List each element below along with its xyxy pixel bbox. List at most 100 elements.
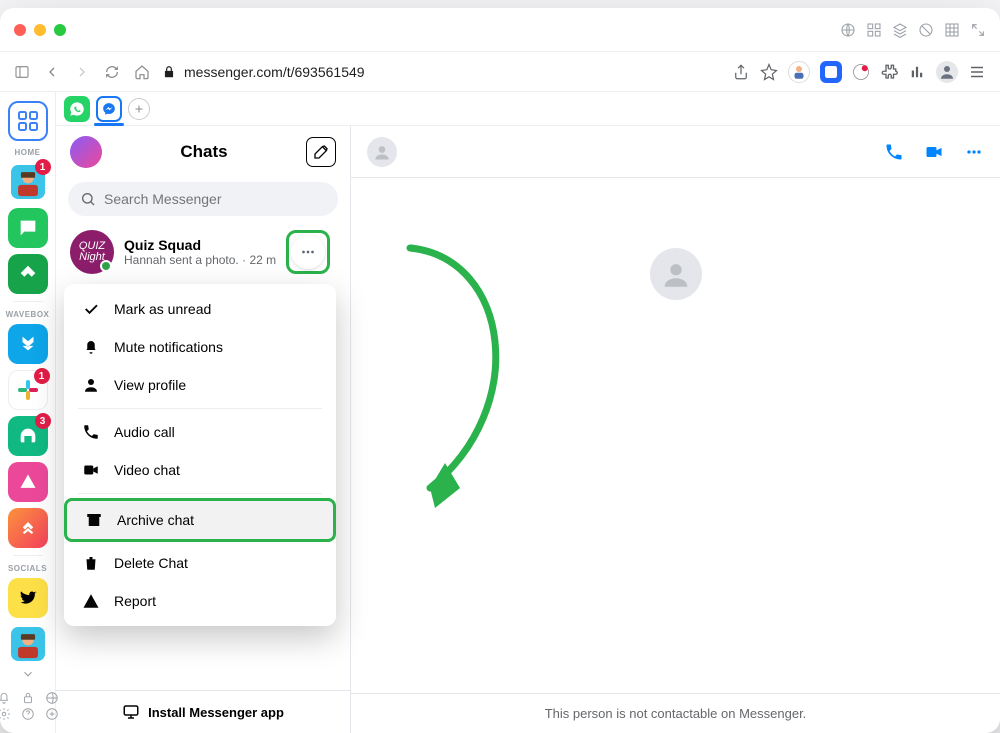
conversation-name: Quiz Squad	[124, 237, 276, 253]
share-icon[interactable]	[732, 63, 750, 81]
titlebar-right-icons	[840, 22, 986, 38]
person-icon	[82, 376, 100, 394]
settings-gear-icon[interactable]	[0, 707, 11, 721]
dock-section-wavebox: WAVEBOX	[6, 310, 50, 319]
tab-whatsapp[interactable]	[64, 96, 90, 122]
trash-icon	[82, 554, 100, 572]
back-icon[interactable]	[44, 64, 60, 80]
menu-archive-chat[interactable]: Archive chat	[64, 498, 336, 542]
video-icon	[82, 461, 100, 479]
ellipsis-icon	[299, 243, 317, 261]
dock-app-user2[interactable]	[8, 624, 48, 664]
menu-mute[interactable]: Mute notifications	[64, 328, 336, 366]
menu-icon[interactable]	[968, 63, 986, 81]
tab-messenger[interactable]	[96, 96, 122, 122]
not-contactable-text: This person is not contactable on Messen…	[351, 693, 1000, 733]
conversation-item[interactable]: QUIZNight Quiz Squad Hannah sent a photo…	[56, 220, 350, 284]
install-app-button[interactable]: Install Messenger app	[56, 690, 350, 733]
profile-avatar-icon[interactable]	[788, 61, 810, 83]
bell-icon	[82, 338, 100, 356]
tab-add-button[interactable]	[128, 98, 150, 120]
app-dock: HOME 1 WAVEBOX 1 3	[0, 92, 56, 733]
archive-icon	[85, 511, 103, 529]
address-bar[interactable]: messenger.com/t/693561549	[162, 64, 365, 80]
extensions-icon[interactable]	[880, 63, 898, 81]
help-icon[interactable]	[21, 707, 35, 721]
compose-button[interactable]	[306, 137, 336, 167]
dock-app-clickup[interactable]	[8, 508, 48, 548]
browser-toolbar: messenger.com/t/693561549	[0, 52, 1000, 92]
call-button[interactable]	[884, 142, 904, 162]
dock-app-twitter[interactable]	[8, 578, 48, 618]
reload-icon[interactable]	[104, 64, 120, 80]
dock-home-button[interactable]	[8, 101, 48, 141]
search-input[interactable]	[104, 191, 326, 207]
browser-window: messenger.com/t/693561549 HO	[0, 8, 1000, 733]
traffic-lights	[14, 24, 66, 36]
menu-video-chat[interactable]: Video chat	[64, 451, 336, 489]
home-icon[interactable]	[134, 64, 150, 80]
globe-icon[interactable]	[840, 22, 856, 38]
layers-icon[interactable]	[892, 22, 908, 38]
dock-app-user[interactable]: 1	[8, 162, 48, 202]
chevron-down-icon[interactable]	[21, 667, 35, 681]
conversation-preview: Hannah sent a photo. · 22 m	[124, 253, 276, 267]
dock-app-chat[interactable]	[8, 208, 48, 248]
star-icon[interactable]	[760, 63, 778, 81]
search-bar[interactable]	[68, 182, 338, 216]
online-dot-icon	[100, 260, 112, 272]
dock-footer	[0, 685, 59, 727]
dock-app-wavebox[interactable]	[8, 324, 48, 364]
annotation-highlight	[286, 230, 330, 274]
search-icon	[80, 191, 96, 207]
phone-icon	[82, 423, 100, 441]
menu-audio-call[interactable]: Audio call	[64, 413, 336, 451]
forward-icon[interactable]	[74, 64, 90, 80]
maximize-window-button[interactable]	[54, 24, 66, 36]
conversation-sidebar: Chats QUIZNight	[56, 126, 351, 733]
video-button[interactable]	[924, 142, 944, 162]
dock-app-sentry[interactable]	[8, 462, 48, 502]
empty-state-avatar	[650, 248, 702, 300]
chat-header	[351, 126, 1000, 178]
dock-badge: 1	[35, 159, 51, 175]
more-button[interactable]	[964, 142, 984, 162]
chats-heading: Chats	[102, 142, 306, 162]
chat-pane: This person is not contactable on Messen…	[351, 126, 1000, 733]
menu-view-profile[interactable]: View profile	[64, 366, 336, 404]
sidebar-toggle-icon[interactable]	[14, 64, 30, 80]
close-window-button[interactable]	[14, 24, 26, 36]
chat-avatar[interactable]	[367, 137, 397, 167]
expand-icon[interactable]	[970, 22, 986, 38]
block-icon[interactable]	[918, 22, 934, 38]
bell-icon[interactable]	[0, 691, 11, 705]
dock-app-support[interactable]: 3	[8, 416, 48, 456]
warning-icon	[82, 592, 100, 610]
conversation-avatar: QUIZNight	[70, 230, 114, 274]
menu-report[interactable]: Report	[64, 582, 336, 620]
url-text: messenger.com/t/693561549	[184, 64, 365, 80]
nav-buttons	[14, 64, 150, 80]
dock-badge: 1	[34, 368, 50, 384]
my-avatar[interactable]	[70, 136, 102, 168]
extension-tile-icon[interactable]	[820, 61, 842, 83]
conversation-more-button[interactable]	[291, 235, 325, 269]
user-chip-icon[interactable]	[936, 61, 958, 83]
menu-delete-chat[interactable]: Delete Chat	[64, 544, 336, 582]
macos-titlebar	[0, 8, 1000, 52]
check-icon	[82, 300, 100, 318]
menu-mark-unread[interactable]: Mark as unread	[64, 290, 336, 328]
lock-icon	[162, 65, 176, 79]
dashboard-icon[interactable]	[866, 22, 882, 38]
desktop-icon	[122, 703, 140, 721]
dock-app-feedly[interactable]	[8, 254, 48, 294]
dock-badge: 3	[35, 413, 51, 429]
equalizer-icon[interactable]	[908, 63, 926, 81]
lock-small-icon[interactable]	[21, 691, 35, 705]
grid-icon[interactable]	[944, 22, 960, 38]
dock-app-slack[interactable]: 1	[8, 370, 48, 410]
notification-badge-icon[interactable]	[852, 63, 870, 81]
dock-section-socials: SOCIALS	[8, 564, 47, 573]
dock-section-home: HOME	[15, 148, 41, 157]
minimize-window-button[interactable]	[34, 24, 46, 36]
